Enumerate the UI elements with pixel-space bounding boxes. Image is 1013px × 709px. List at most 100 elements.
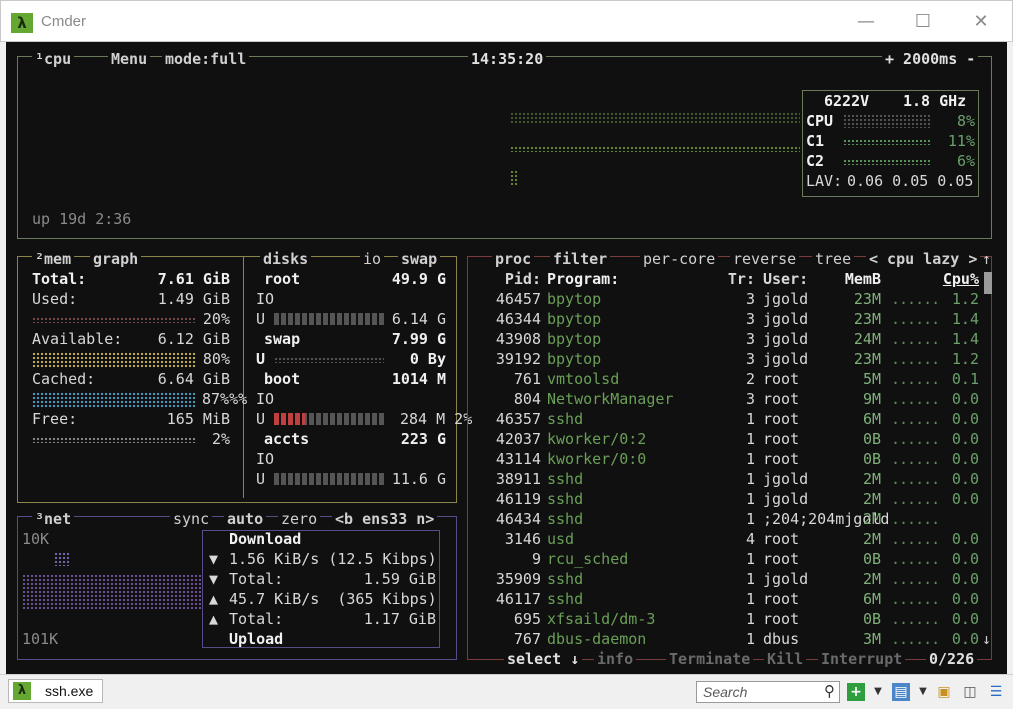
process-user: jgold xyxy=(763,490,809,508)
mem-available-label: Available: xyxy=(32,330,123,348)
process-row[interactable]: 761 vmtoolsd 2 root 5M 0.1...... xyxy=(467,369,992,389)
mem-graph-toggle[interactable]: graph xyxy=(90,249,142,269)
process-user: jgold xyxy=(763,350,809,368)
col-pid[interactable]: Pid: xyxy=(467,269,541,289)
console-tab[interactable]: λ ssh.exe xyxy=(8,679,103,703)
process-user: root xyxy=(763,450,800,468)
net-interface-selector[interactable]: <b ens33 n> xyxy=(332,509,438,529)
lock-icon[interactable]: ▣ xyxy=(935,683,953,701)
process-row[interactable]: 38911 sshd 1 jgold 2M 0.0...... xyxy=(467,469,992,489)
disks-label[interactable]: disks xyxy=(260,249,312,269)
process-user: root xyxy=(763,410,800,428)
cpu-pane-label[interactable]: ¹cpu xyxy=(32,49,75,69)
process-row[interactable]: 42037 kworker/0:2 1 root 0B 0.0...... xyxy=(467,429,992,449)
process-program: bpytop xyxy=(547,290,602,308)
process-threads: 1 xyxy=(745,410,755,428)
proc-per-core-toggle[interactable]: per-core xyxy=(640,249,719,269)
process-program: sshd xyxy=(547,410,584,428)
process-user: jgold xyxy=(763,470,809,488)
disk-root-io: IO xyxy=(256,290,275,308)
minimize-button[interactable]: — xyxy=(849,9,883,35)
process-row[interactable]: 46357 sshd 1 root 6M 0.0...... xyxy=(467,409,992,429)
process-row[interactable]: 46434 sshd 1 ;204;204mjgold 2M...... xyxy=(467,509,992,529)
process-cpu: 0.0 xyxy=(951,590,979,608)
disks-io-toggle[interactable]: io xyxy=(360,249,385,269)
process-mem: 2M xyxy=(862,490,881,508)
proc-count: 0/226 xyxy=(926,649,978,669)
proc-kill-button[interactable]: Kill xyxy=(764,649,807,669)
console-tab-label: ssh.exe xyxy=(45,683,94,699)
process-threads: 1 xyxy=(745,630,755,648)
disk-accts-io: IO xyxy=(256,450,275,468)
proc-tree-toggle[interactable]: tree xyxy=(812,249,855,269)
mem-pane-label[interactable]: ²mem xyxy=(32,249,75,269)
process-row[interactable]: 43114 kworker/0:0 1 root 0B 0.0...... xyxy=(467,449,992,469)
menu-button[interactable]: Menu xyxy=(108,49,151,69)
process-row[interactable]: 3146 usd 4 root 2M 0.0...... xyxy=(467,529,992,549)
core1-meter xyxy=(843,139,931,145)
proc-info-button[interactable]: info xyxy=(594,649,637,669)
process-row[interactable]: 46457 bpytop 3 jgold 23M 1.2...... xyxy=(467,289,992,309)
process-row[interactable]: 804 NetworkManager 3 root 9M 0.0...... xyxy=(467,389,992,409)
search-icon[interactable]: ⚲ xyxy=(824,682,835,700)
process-cpu: 1.4 xyxy=(951,330,979,348)
dropdown-icon[interactable]: ▼ xyxy=(869,683,887,701)
process-program: kworker/0:2 xyxy=(547,430,647,448)
proc-interrupt-button[interactable]: Interrupt xyxy=(818,649,906,669)
col-threads[interactable]: Tr: xyxy=(717,269,755,289)
proc-pane-label[interactable]: proc xyxy=(492,249,535,269)
process-row[interactable]: 46117 sshd 1 root 6M 0.0...... xyxy=(467,589,992,609)
process-pid: 9 xyxy=(531,550,541,568)
process-row[interactable]: 767 dbus-daemon 1 dbus 3M 0.0...... xyxy=(467,629,992,649)
process-cpu-graph: ...... xyxy=(891,510,940,528)
close-button[interactable]: ✕ xyxy=(964,9,998,35)
update-interval[interactable]: + 2000ms - xyxy=(882,49,979,69)
net-auto-toggle[interactable]: auto xyxy=(224,509,267,529)
process-threads: 1 xyxy=(745,470,755,488)
proc-terminate-button[interactable]: Terminate xyxy=(666,649,754,669)
search-input[interactable]: Search ⚲ xyxy=(696,681,840,703)
process-row[interactable]: 46344 bpytop 3 jgold 23M 1.4...... xyxy=(467,309,992,329)
proc-sort-selector[interactable]: < cpu lazy > xyxy=(866,249,981,269)
proc-select-button[interactable]: select ↓ xyxy=(504,649,583,669)
col-cpu[interactable]: Cpu% xyxy=(935,269,979,289)
dropdown-icon[interactable]: ▼ xyxy=(914,683,932,701)
disk-boot-u: U xyxy=(256,410,266,428)
maximize-button[interactable]: ☐ xyxy=(906,9,940,35)
col-program[interactable]: Program: xyxy=(547,269,619,289)
process-mem: 0B xyxy=(862,430,881,448)
disk-swap-meter xyxy=(274,357,384,363)
process-row[interactable]: 695 xfsaild/dm-3 1 root 0B 0.0...... xyxy=(467,609,992,629)
process-pid: 39192 xyxy=(495,350,541,368)
menu-icon[interactable]: ☰ xyxy=(987,683,1005,701)
switch-console-icon[interactable]: ▤ xyxy=(892,683,910,701)
process-cpu-graph: ...... xyxy=(891,330,940,348)
new-console-icon[interactable]: + xyxy=(847,683,865,701)
process-row[interactable]: 9 rcu_sched 1 root 0B 0.0...... xyxy=(467,549,992,569)
proc-filter[interactable]: filter xyxy=(550,249,611,269)
scroll-down-icon[interactable]: ↓ xyxy=(982,629,991,649)
net-pane-label[interactable]: ³net xyxy=(32,509,75,529)
process-row[interactable]: 46119 sshd 1 jgold 2M 0.0...... xyxy=(467,489,992,509)
disks-swap-toggle[interactable]: swap xyxy=(398,249,441,269)
process-threads: 1 xyxy=(745,510,755,528)
process-program: vmtoolsd xyxy=(547,370,620,388)
mode-toggle[interactable]: mode:full xyxy=(162,49,250,69)
split-icon[interactable]: ◫ xyxy=(961,683,979,701)
col-mem[interactable]: MemB xyxy=(827,269,881,289)
net-zero-toggle[interactable]: zero xyxy=(278,509,321,529)
process-row[interactable]: 35909 sshd 1 jgold 2M 0.0...... xyxy=(467,569,992,589)
col-user[interactable]: User: xyxy=(763,269,808,289)
terminal[interactable]: ¹cpu Menu mode:full 14:35:20 + 2000ms - … xyxy=(6,42,1007,674)
up-arrow-icon: ▲ xyxy=(209,590,219,608)
net-download-graph xyxy=(54,552,70,566)
proc-scrollbar-thumb[interactable] xyxy=(984,272,992,294)
disk-swap-u: U xyxy=(256,350,266,368)
process-cpu-graph: ...... xyxy=(891,290,940,308)
process-row[interactable]: 39192 bpytop 3 jgold 23M 1.2...... xyxy=(467,349,992,369)
proc-reverse-toggle[interactable]: reverse xyxy=(730,249,800,269)
process-user: root xyxy=(763,430,800,448)
scroll-up-icon[interactable]: ↑ xyxy=(982,249,991,269)
process-row[interactable]: 43908 bpytop 3 jgold 24M 1.4...... xyxy=(467,329,992,349)
net-sync-toggle[interactable]: sync xyxy=(170,509,213,529)
